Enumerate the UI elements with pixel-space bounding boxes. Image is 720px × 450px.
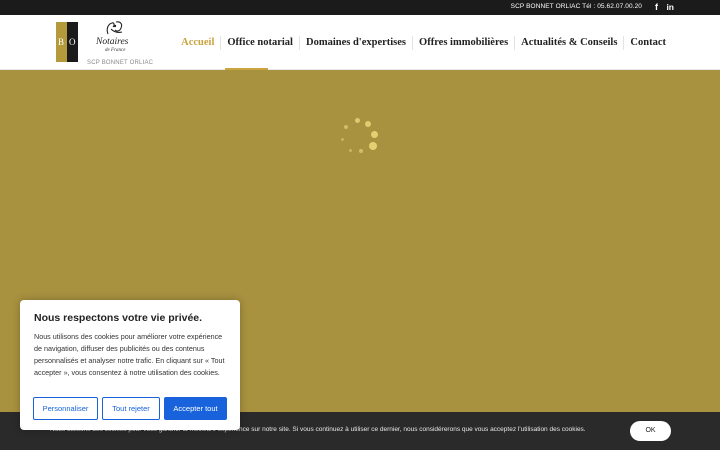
main-nav: Accueil Office notarial Domaines d'exper…	[175, 15, 672, 70]
nav-item-offres[interactable]: Offres immobilières	[412, 35, 514, 50]
linkedin-icon[interactable]: in	[666, 2, 674, 12]
accept-all-button[interactable]: Accepter tout	[164, 397, 227, 420]
notaires-emblem-icon	[106, 21, 123, 35]
site-header: B O Notaires de France SCP BONNET ORLIAC…	[0, 15, 720, 70]
nav-item-actualites[interactable]: Actualités & Conseils	[514, 35, 623, 50]
logo-de-france: de France	[105, 48, 126, 53]
nav-item-domaines[interactable]: Domaines d'expertises	[298, 35, 412, 50]
facebook-icon[interactable]: f	[655, 2, 658, 12]
logo-letter-o: O	[69, 37, 76, 47]
consent-body: Nous utilisons des cookies pour améliore…	[34, 332, 225, 377]
cookie-consent-dialog: Nous respectons votre vie privée. Nous u…	[20, 300, 240, 430]
logo-letter-b: B	[58, 37, 65, 47]
consent-title: Nous respectons votre vie privée.	[34, 312, 203, 324]
top-bar: SCP BONNET ORLIAC Tél : 05.62.07.00.20 f…	[0, 0, 720, 15]
contact-phone: SCP BONNET ORLIAC Tél : 05.62.07.00.20	[510, 3, 642, 10]
nav-item-office-notarial[interactable]: Office notarial	[220, 35, 299, 50]
customize-button[interactable]: Personnaliser	[33, 397, 98, 420]
loading-spinner-icon	[338, 116, 382, 160]
logo-notaires: Notaires	[96, 37, 129, 47]
reject-all-button[interactable]: Tout rejeter	[102, 397, 160, 420]
nav-item-accueil[interactable]: Accueil	[175, 36, 220, 50]
cookie-ok-button[interactable]: OK	[630, 421, 671, 441]
site-logo[interactable]: B O Notaires de France SCP BONNET ORLIAC	[56, 20, 153, 68]
nav-item-contact[interactable]: Contact	[623, 35, 672, 50]
active-nav-underline	[225, 68, 268, 70]
logo-firm-name: SCP BONNET ORLIAC	[87, 60, 154, 66]
